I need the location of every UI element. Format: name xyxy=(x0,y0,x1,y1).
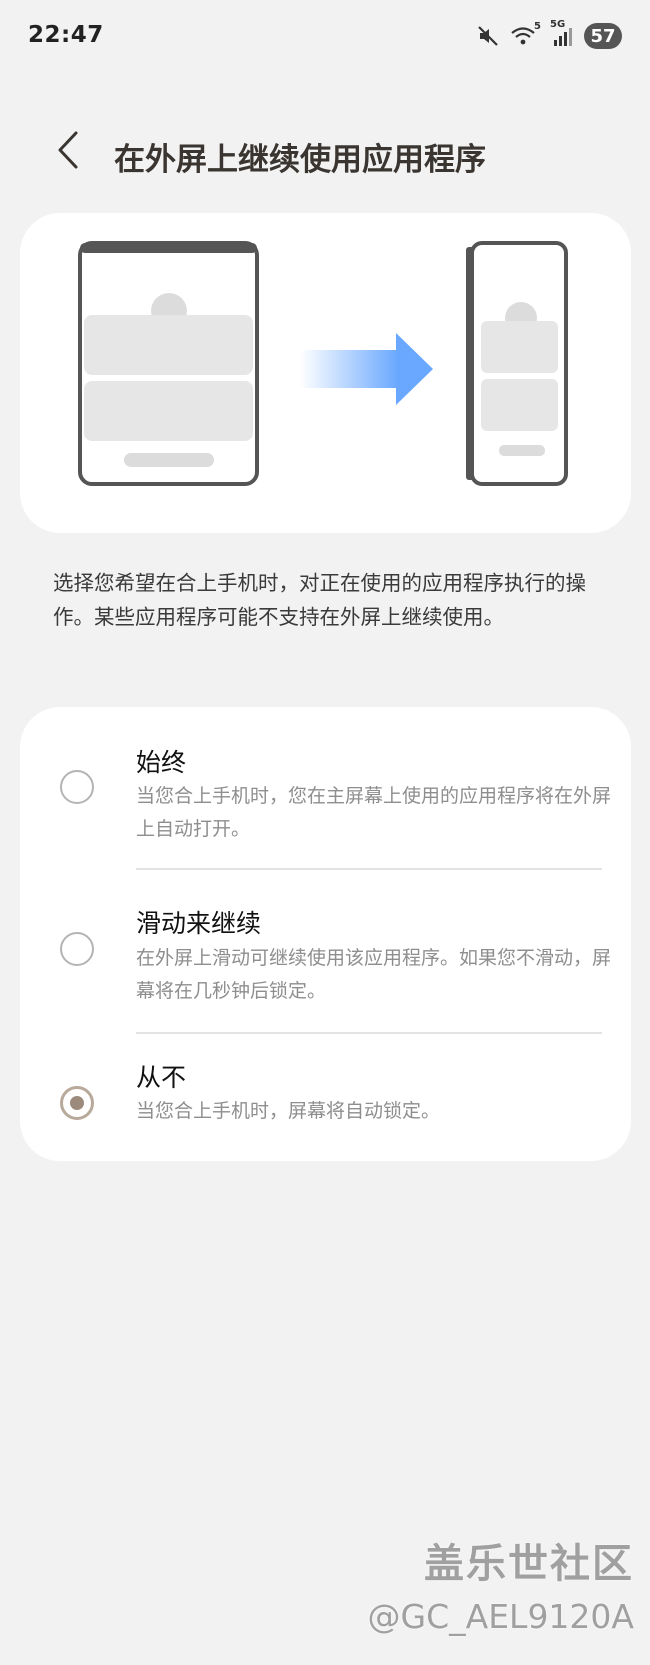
radio-swipe-to-continue[interactable] xyxy=(60,932,94,966)
option-always[interactable]: 始终 当您合上手机时，您在主屏幕上使用的应用程序将在外屏上自动打开。 xyxy=(20,707,631,867)
options-card: 始终 当您合上手机时，您在主屏幕上使用的应用程序将在外屏上自动打开。 滑动来继续… xyxy=(20,707,631,1161)
signal-icon: 5G xyxy=(550,19,574,48)
radio-always[interactable] xyxy=(60,770,94,804)
status-bar: 22:47 5 5G 57 xyxy=(0,0,650,78)
network-type-label: 5G xyxy=(550,19,566,30)
status-icons: 5 5G 57 xyxy=(476,19,622,50)
mute-icon xyxy=(476,24,500,48)
page-title: 在外屏上继续使用应用程序 xyxy=(114,142,486,178)
watermark: 盖乐世社区 @GC_AEL9120A xyxy=(368,1540,634,1638)
header: 在外屏上继续使用应用程序 xyxy=(0,118,650,190)
option-swipe-to-continue[interactable]: 滑动来继续 在外屏上滑动可继续使用该应用程序。如果您不滑动，屏幕将在几秒钟后锁定… xyxy=(20,870,631,1030)
option-title: 始终 xyxy=(136,748,187,777)
chevron-left-icon xyxy=(54,130,82,174)
option-description: 当您合上手机时，屏幕将自动锁定。 xyxy=(136,1100,441,1122)
battery-icon: 57 xyxy=(584,23,622,49)
option-title: 滑动来继续 xyxy=(136,909,262,938)
illustration-card xyxy=(20,213,631,533)
unfolded-phone-icon xyxy=(78,241,259,486)
description-text: 选择您希望在合上手机时，对正在使用的应用程序执行的操作。某些应用程序可能不支持在… xyxy=(53,571,586,629)
status-time: 22:47 xyxy=(28,22,104,48)
arrow-right-icon xyxy=(300,333,433,405)
watermark-user: @GC_AEL9120A xyxy=(367,1597,634,1636)
option-description: 在外屏上滑动可继续使用该应用程序。如果您不滑动，屏幕将在几秒钟后锁定。 xyxy=(136,947,612,1002)
option-never[interactable]: 从不 当您合上手机时，屏幕将自动锁定。 xyxy=(20,1034,631,1161)
option-title: 从不 xyxy=(136,1063,187,1092)
back-button[interactable] xyxy=(40,124,96,180)
radio-never[interactable] xyxy=(60,1086,94,1120)
folded-phone-icon xyxy=(466,241,568,486)
wifi-band-label: 5 xyxy=(534,21,541,32)
wifi-icon: 5 xyxy=(510,21,541,48)
option-description: 当您合上手机时，您在主屏幕上使用的应用程序将在外屏上自动打开。 xyxy=(136,785,612,840)
fold-illustration xyxy=(78,241,568,486)
watermark-logo: 盖乐世社区 xyxy=(424,1541,634,1587)
